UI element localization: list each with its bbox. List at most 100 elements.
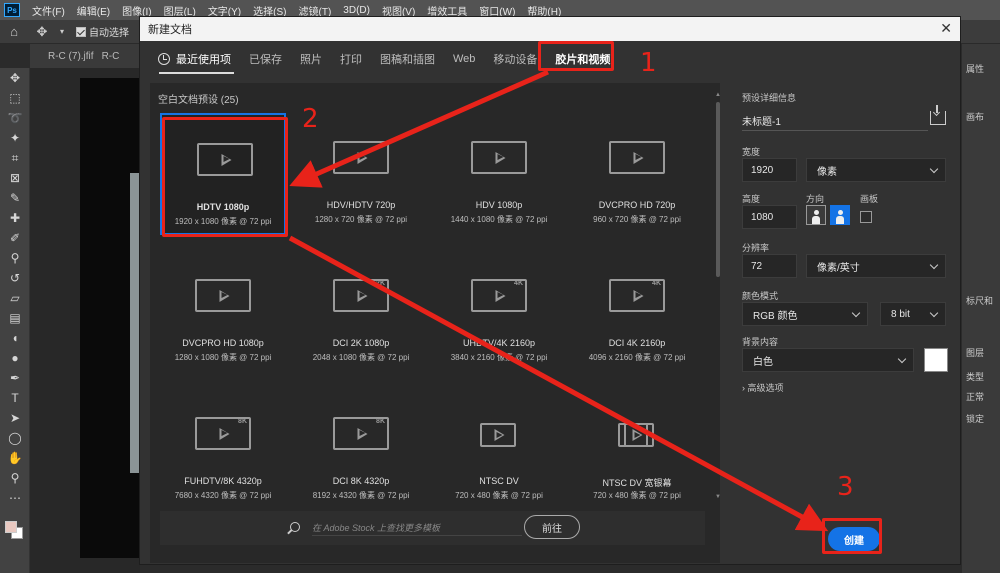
more-tools-icon[interactable]: ⋯ bbox=[0, 488, 30, 508]
blend-mode[interactable]: 正常 bbox=[966, 390, 984, 403]
video-preset-icon bbox=[471, 141, 527, 174]
magic-wand-icon[interactable]: ✦ bbox=[0, 128, 30, 148]
advanced-options-label: 高级选项 bbox=[747, 383, 784, 393]
foreground-color-swatch[interactable] bbox=[5, 521, 17, 533]
doc-tab-1[interactable]: R-C (7).jfif bbox=[30, 51, 102, 62]
blur-tool-icon[interactable]: ◖ bbox=[0, 328, 30, 348]
color-mode-select[interactable]: RGB 颜色 bbox=[742, 302, 868, 326]
path-select-icon[interactable]: ➤ bbox=[0, 408, 30, 428]
artboard-checkbox[interactable] bbox=[860, 211, 872, 223]
tab-recent[interactable]: 最近使用项 bbox=[158, 51, 231, 67]
preset-name: DCI 8K 4320p bbox=[332, 476, 390, 486]
marquee-tool-icon[interactable]: ⬚ bbox=[0, 88, 30, 108]
background-select[interactable]: 白色 bbox=[742, 348, 914, 372]
preset-tile-dci-2k-1080p[interactable]: 2K DCI 2K 1080p 2048 x 1080 像素 @ 72 ppi bbox=[298, 251, 424, 373]
pen-tool-icon[interactable]: ✒ bbox=[0, 368, 30, 388]
annotation-box-hdtv-preset bbox=[162, 117, 288, 237]
lasso-tool-icon[interactable]: ➰ bbox=[0, 108, 30, 128]
presets-scrollbar[interactable]: ▲ ▼ bbox=[715, 92, 721, 502]
annotation-number-3: 3 bbox=[837, 472, 854, 502]
right-panels: 属性 画布 标尺和 图层 类型 正常 锁定 bbox=[962, 44, 1000, 573]
home-icon[interactable]: ⌂ bbox=[0, 24, 28, 39]
preset-name: DCI 2K 1080p bbox=[332, 338, 390, 348]
auto-select-checkbox[interactable] bbox=[76, 26, 86, 37]
eraser-tool-icon[interactable]: ▱ bbox=[0, 288, 30, 308]
tab-art-illustration[interactable]: 图稿和插图 bbox=[380, 51, 435, 67]
resolution-input[interactable]: 72 bbox=[742, 254, 797, 278]
preset-tile-ntsc-dv-widescreen[interactable]: NTSC DV 宽银幕 720 x 480 像素 @ 72 ppi bbox=[574, 389, 700, 511]
resolution-unit-select[interactable]: 像素/英寸 bbox=[806, 254, 946, 278]
preset-tile-dci-8k-4320p[interactable]: 8K DCI 8K 4320p 8192 x 4320 像素 @ 72 ppi bbox=[298, 389, 424, 511]
video-preset-icon bbox=[609, 141, 665, 174]
background-value: 白色 bbox=[753, 356, 773, 368]
artboard-label: 画板 bbox=[860, 194, 879, 204]
stock-search-input[interactable] bbox=[312, 520, 522, 536]
bit-depth-value: 8 bit bbox=[891, 308, 910, 320]
gradient-tool-icon[interactable]: ▤ bbox=[0, 308, 30, 328]
menu-edit[interactable]: 编辑(E) bbox=[71, 3, 116, 18]
chevron-down-icon[interactable]: ▾ bbox=[56, 27, 68, 36]
brush-tool-icon[interactable]: ✐ bbox=[0, 228, 30, 248]
width-input[interactable]: 1920 bbox=[742, 158, 797, 182]
scroll-thumb[interactable] bbox=[716, 102, 720, 277]
move-tool-icon[interactable]: ✥ bbox=[0, 68, 30, 88]
annotation-number-2: 2 bbox=[302, 104, 319, 134]
shape-tool-icon[interactable]: ◯ bbox=[0, 428, 30, 448]
frame-tool-icon[interactable]: ⊠ bbox=[0, 168, 30, 188]
tab-print[interactable]: 打印 bbox=[340, 51, 362, 67]
preset-name: UHDTV/4K 2160p bbox=[462, 338, 536, 348]
menu-file[interactable]: 文件(F) bbox=[26, 3, 71, 18]
active-tab-underline bbox=[159, 72, 234, 74]
save-preset-icon[interactable] bbox=[930, 105, 946, 125]
preset-tile-ntsc-dv[interactable]: NTSC DV 720 x 480 像素 @ 72 ppi bbox=[436, 389, 562, 511]
tab-mobile[interactable]: 移动设备 bbox=[493, 51, 537, 67]
menu-3d[interactable]: 3D(D) bbox=[337, 5, 376, 16]
preset-tile-uhdtv-4k-2160p[interactable]: 4K UHDTV/4K 2160p 3840 x 2160 像素 @ 72 pp… bbox=[436, 251, 562, 373]
height-input[interactable]: 1080 bbox=[742, 205, 797, 229]
close-icon[interactable]: ✕ bbox=[940, 20, 952, 37]
doc-tab-2[interactable]: R-C bbox=[102, 51, 128, 62]
preset-tile-fuhdtv-8k-4320p[interactable]: 8K FUHDTV/8K 4320p 7680 x 4320 像素 @ 72 p… bbox=[160, 389, 286, 511]
hand-tool-icon[interactable]: ✋ bbox=[0, 448, 30, 468]
properties-tab[interactable]: 属性 bbox=[966, 62, 984, 75]
scroll-up-icon[interactable]: ▲ bbox=[715, 92, 721, 98]
layers-tab[interactable]: 图层 bbox=[966, 346, 984, 359]
preset-tile-hdv-1080p[interactable]: HDV 1080p 1440 x 1080 像素 @ 72 ppi bbox=[436, 113, 562, 235]
goto-button[interactable]: 前往 bbox=[524, 515, 580, 539]
preset-tile-dvcpro-hd-1080p[interactable]: DVCPRO HD 1080p 1280 x 1080 像素 @ 72 ppi bbox=[160, 251, 286, 373]
background-color-swatch[interactable] bbox=[924, 348, 948, 372]
advanced-options-toggle[interactable]: › 高级选项 bbox=[742, 381, 784, 394]
stamp-tool-icon[interactable]: ⚲ bbox=[0, 248, 30, 268]
scroll-down-icon[interactable]: ▼ bbox=[715, 494, 721, 500]
preset-spec: 1280 x 720 像素 @ 72 ppi bbox=[314, 215, 408, 224]
zoom-tool-icon[interactable]: ⚲ bbox=[0, 468, 30, 488]
landscape-button[interactable] bbox=[830, 205, 850, 225]
type-tool-icon[interactable]: T bbox=[0, 388, 30, 408]
dodge-tool-icon[interactable]: ● bbox=[0, 348, 30, 368]
preset-spec: 720 x 480 像素 @ 72 ppi bbox=[593, 491, 681, 500]
bit-depth-select[interactable]: 8 bit bbox=[880, 302, 946, 326]
preset-tile-dvcpro-hd-720p[interactable]: DVCPRO HD 720p 960 x 720 像素 @ 72 ppi bbox=[574, 113, 700, 235]
tab-web[interactable]: Web bbox=[453, 53, 475, 65]
healing-brush-icon[interactable]: ✚ bbox=[0, 208, 30, 228]
lock-label: 锁定 bbox=[966, 414, 985, 424]
document-name-field[interactable]: 未标题-1 bbox=[742, 111, 928, 131]
eyedropper-icon[interactable]: ✎ bbox=[0, 188, 30, 208]
preset-name: NTSC DV bbox=[479, 476, 519, 486]
chevron-right-icon: › bbox=[742, 383, 745, 393]
history-brush-icon[interactable]: ↺ bbox=[0, 268, 30, 288]
video-preset-icon bbox=[195, 279, 251, 312]
video-4k-preset-icon: 4K bbox=[471, 279, 527, 312]
move-tool-icon[interactable]: ✥ bbox=[28, 24, 56, 40]
tab-recent-label: 最近使用项 bbox=[176, 54, 231, 66]
portrait-button[interactable] bbox=[806, 205, 826, 225]
crop-tool-icon[interactable]: ⌗ bbox=[0, 148, 30, 168]
video-4k-preset-icon: 4K bbox=[609, 279, 665, 312]
chevron-down-icon bbox=[897, 354, 907, 364]
tab-saved[interactable]: 已保存 bbox=[249, 51, 282, 67]
tab-photo[interactable]: 照片 bbox=[300, 51, 322, 67]
width-unit-select[interactable]: 像素 bbox=[806, 158, 946, 182]
width-unit-value: 像素 bbox=[817, 166, 837, 178]
preset-tile-dci-4k-2160p[interactable]: 4K DCI 4K 2160p 4096 x 2160 像素 @ 72 ppi bbox=[574, 251, 700, 373]
layer-filter-type[interactable]: 类型 bbox=[966, 370, 984, 383]
